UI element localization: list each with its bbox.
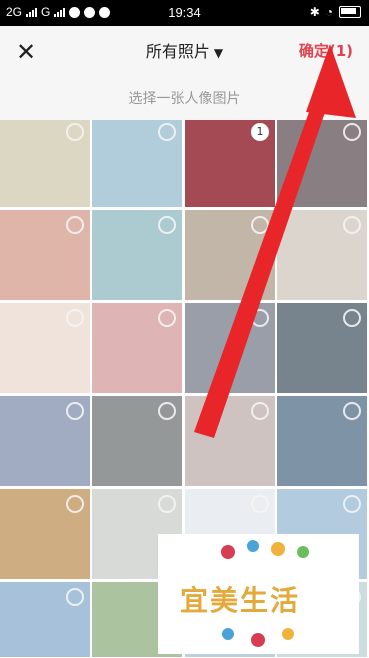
photo-thumbnail[interactable]: 1 [185, 120, 275, 207]
photo-thumbnail[interactable] [277, 210, 367, 300]
watermark-text: 宜美生活 [180, 584, 301, 617]
photo-thumbnail[interactable] [277, 120, 367, 207]
photo-thumbnail[interactable] [185, 210, 275, 300]
watermark-logo: 宜美生活 [158, 534, 359, 654]
picker-header: ✕ 所有照片 ▼ 确定(1) 选择一张人像图片 [0, 26, 369, 120]
select-circle-icon[interactable] [66, 588, 84, 606]
photo-thumbnail[interactable] [0, 303, 90, 393]
picker-subtitle: 选择一张人像图片 [128, 91, 241, 107]
photo-thumbnail[interactable] [0, 396, 90, 486]
photo-thumbnail[interactable] [92, 396, 182, 486]
photo-thumbnail[interactable] [0, 489, 90, 579]
select-circle-icon[interactable] [158, 495, 176, 513]
select-circle-icon[interactable] [66, 123, 84, 141]
photo-thumbnail[interactable] [0, 120, 90, 207]
select-circle-icon[interactable] [66, 309, 84, 327]
select-circle-icon[interactable] [158, 402, 176, 420]
select-circle-icon[interactable] [251, 495, 269, 513]
status-bar: 2G G 19:34 ✱ ◔ [0, 0, 369, 26]
select-circle-icon[interactable] [251, 216, 269, 234]
album-title: 所有照片 [145, 42, 210, 61]
photo-thumbnail[interactable] [0, 210, 90, 300]
photo-thumbnail[interactable] [92, 303, 182, 393]
select-circle-icon[interactable] [66, 216, 84, 234]
selected-count-badge: 1 [251, 123, 269, 141]
select-circle-icon[interactable] [343, 402, 361, 420]
photo-thumbnail[interactable] [185, 396, 275, 486]
photo-thumbnail[interactable] [277, 396, 367, 486]
wifi-icon: ◔ [325, 5, 333, 19]
select-circle-icon[interactable] [343, 216, 361, 234]
chevron-down-icon: ▼ [213, 46, 224, 60]
select-circle-icon[interactable] [343, 495, 361, 513]
confirm-button[interactable]: 确定(1) [299, 40, 353, 61]
select-circle-icon[interactable] [158, 216, 176, 234]
select-circle-icon[interactable] [158, 123, 176, 141]
photo-thumbnail[interactable] [185, 303, 275, 393]
select-circle-icon[interactable] [343, 123, 361, 141]
photo-thumbnail[interactable] [92, 210, 182, 300]
photo-thumbnail[interactable] [277, 303, 367, 393]
select-circle-icon[interactable] [251, 402, 269, 420]
photo-thumbnail[interactable] [92, 120, 182, 207]
select-circle-icon[interactable] [343, 309, 361, 327]
bluetooth-icon: ✱ [309, 5, 320, 19]
photo-thumbnail[interactable] [0, 582, 90, 657]
select-circle-icon[interactable] [251, 309, 269, 327]
battery-icon [339, 6, 361, 18]
select-circle-icon[interactable] [66, 402, 84, 420]
select-circle-icon[interactable] [66, 495, 84, 513]
status-right: ✱ ◔ [310, 5, 361, 19]
select-circle-icon[interactable] [158, 309, 176, 327]
